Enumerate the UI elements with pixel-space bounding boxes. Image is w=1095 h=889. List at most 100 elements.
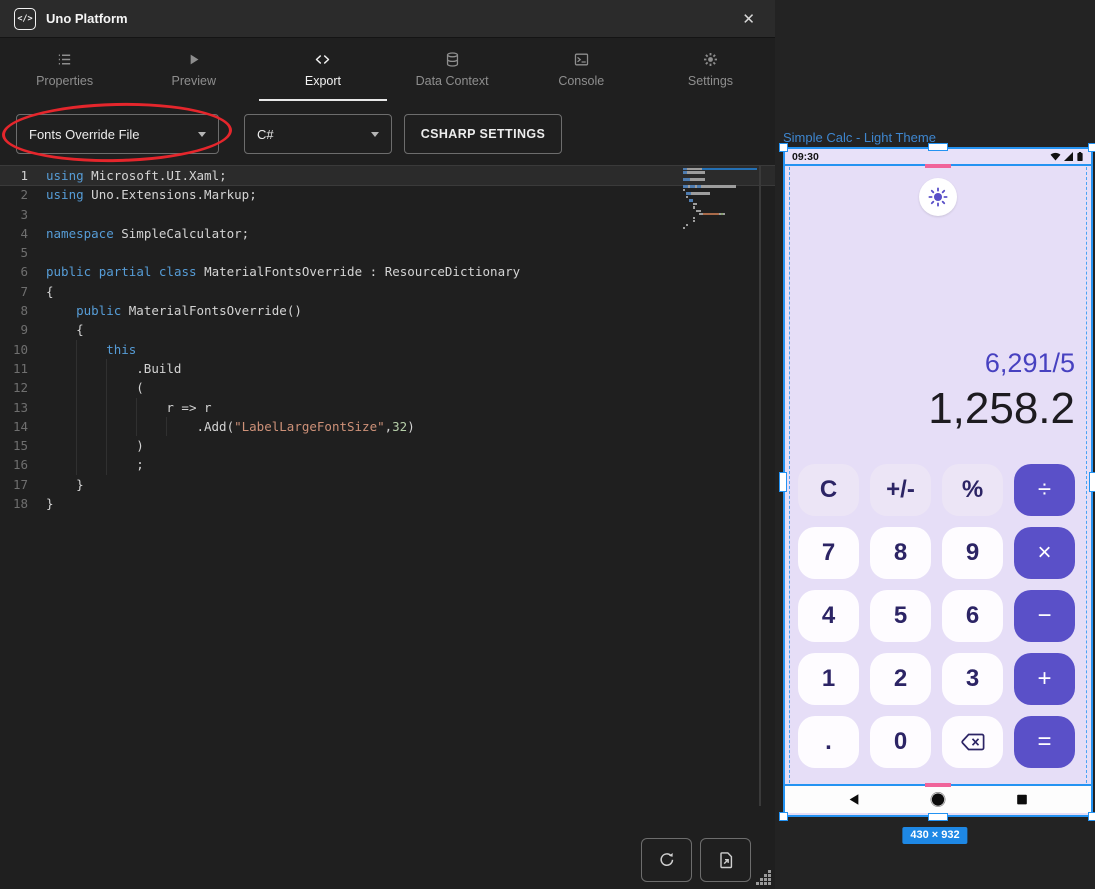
code-text: using Uno.Extensions.Markup; [46, 185, 257, 204]
key-sign[interactable]: +/- [870, 464, 931, 516]
line-number: 11 [0, 359, 46, 378]
key-3[interactable]: 3 [942, 653, 1003, 705]
handle-bottom-center[interactable] [928, 813, 948, 821]
code-line: 3 [0, 205, 775, 224]
key-label: 9 [966, 539, 979, 567]
export-file-button[interactable] [700, 838, 751, 882]
theme-toggle-button[interactable] [919, 178, 957, 216]
csharp-settings-button[interactable]: CSHARP SETTINGS [404, 114, 562, 154]
tab-label: Settings [688, 74, 733, 88]
file-dropdown[interactable]: Fonts Override File [16, 114, 219, 154]
device-frame[interactable]: 09:30 6,291/5 1,258.2 C +/-%÷ 7 8 9 × 456 − 12 3 +… [783, 147, 1093, 817]
code-editor[interactable]: 1using Microsoft.UI.Xaml;2using Uno.Exte… [0, 166, 775, 831]
line-number: 15 [0, 436, 46, 455]
nav-home-button[interactable] [930, 792, 946, 807]
code-line: 18} [0, 494, 775, 513]
pink-handle-top[interactable] [925, 164, 951, 168]
tab-preview[interactable]: Preview [129, 38, 258, 101]
tab-console[interactable]: Console [517, 38, 646, 101]
status-time: 09:30 [792, 151, 819, 163]
nav-back-button[interactable] [847, 792, 861, 807]
refresh-button[interactable] [641, 838, 692, 882]
pink-handle-bottom[interactable] [925, 783, 951, 787]
line-number: 12 [0, 378, 46, 397]
code-text: { [46, 282, 54, 301]
key-label: 3 [966, 665, 979, 693]
tab-properties[interactable]: Properties [0, 38, 129, 101]
handle-bottom-left[interactable] [779, 812, 788, 821]
code-line: 4namespace SimpleCalculator; [0, 224, 775, 243]
key-4[interactable]: 4 [798, 590, 859, 642]
tab-data-context[interactable]: Data Context [388, 38, 517, 101]
line-number: 3 [0, 205, 46, 224]
minimap-line [683, 210, 757, 212]
line-number: 16 [0, 455, 46, 474]
code-line: 1using Microsoft.UI.Xaml; [0, 166, 775, 185]
key-clear[interactable]: C [798, 464, 859, 516]
android-nav-bar [785, 784, 1091, 813]
tab-export[interactable]: Export [258, 38, 387, 101]
key-label: +/- [886, 476, 915, 504]
minimap-line [683, 171, 757, 173]
key-backspace[interactable] [942, 716, 1003, 768]
handle-top-center[interactable] [928, 143, 948, 151]
size-badge: 430 × 932 [902, 827, 967, 844]
key-8[interactable]: 8 [870, 527, 931, 579]
nav-recents-button[interactable] [1015, 792, 1029, 807]
key-divide[interactable]: ÷ [1014, 464, 1075, 516]
tab-label: Preview [172, 74, 216, 88]
key-percent[interactable]: % [942, 464, 1003, 516]
minimap-line [683, 178, 757, 180]
handle-top-left[interactable] [779, 143, 788, 152]
refresh-icon [657, 850, 677, 870]
minimap-line [683, 168, 757, 170]
code-line: 11 .Build [0, 359, 775, 378]
code-line: 13 r => r [0, 398, 775, 417]
key-9[interactable]: 9 [942, 527, 1003, 579]
indent-guide [106, 378, 136, 397]
key-5[interactable]: 5 [870, 590, 931, 642]
gear-icon [702, 51, 719, 68]
line-number: 9 [0, 320, 46, 339]
code-text: ( [46, 378, 144, 397]
database-icon [444, 51, 461, 68]
handle-mid-left[interactable] [779, 472, 787, 492]
indent-guide [46, 436, 76, 455]
tab-label: Data Context [416, 74, 489, 88]
key-7[interactable]: 7 [798, 527, 859, 579]
close-icon[interactable]: ✕ [736, 8, 761, 30]
key-decimal[interactable]: . [798, 716, 859, 768]
minimap-line [683, 196, 757, 198]
editor-scrollbar[interactable] [759, 166, 761, 806]
minimap-line [683, 192, 757, 194]
resize-grip[interactable] [756, 870, 772, 886]
key-2[interactable]: 2 [870, 653, 931, 705]
export-file-icon [716, 850, 736, 870]
key-label: − [1037, 602, 1051, 630]
minimap-line [683, 185, 757, 187]
key-multiply[interactable]: × [1014, 527, 1075, 579]
key-6[interactable]: 6 [942, 590, 1003, 642]
code-text: ) [46, 436, 144, 455]
code-line: 15 ) [0, 436, 775, 455]
key-equals[interactable]: = [1014, 716, 1075, 768]
key-label: 7 [822, 539, 835, 567]
line-number: 17 [0, 475, 46, 494]
handle-top-right[interactable] [1088, 143, 1095, 152]
code-line: 7{ [0, 282, 775, 301]
key-1[interactable]: 1 [798, 653, 859, 705]
language-dropdown[interactable]: C# [244, 114, 392, 154]
tab-settings[interactable]: Settings [646, 38, 775, 101]
key-0[interactable]: 0 [870, 716, 931, 768]
nav-home-icon [930, 792, 946, 807]
calculator-display: 6,291/5 1,258.2 [928, 344, 1075, 436]
key-subtract[interactable]: − [1014, 590, 1075, 642]
wifi-icon [1050, 152, 1061, 161]
key-add[interactable]: + [1014, 653, 1075, 705]
code-text: } [46, 475, 84, 494]
handle-bottom-right[interactable] [1088, 812, 1095, 821]
handle-mid-right[interactable] [1089, 472, 1095, 492]
window-title: Uno Platform [46, 11, 128, 26]
minimap-line [683, 224, 757, 226]
minimap[interactable] [683, 168, 757, 231]
